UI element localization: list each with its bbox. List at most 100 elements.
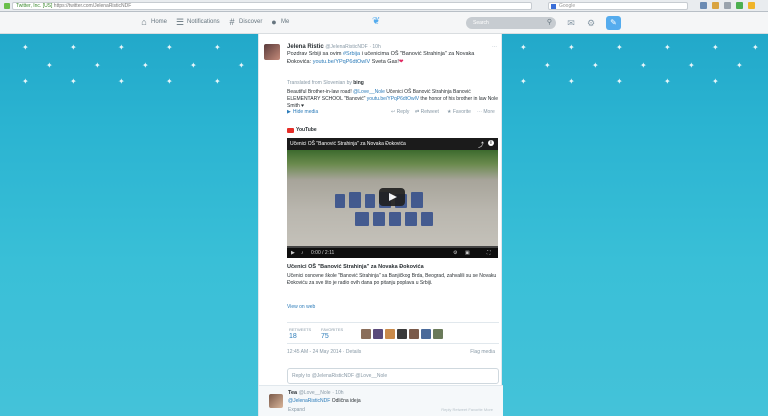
video-link[interactable]: youtu.be/YPqP6dtOwlV bbox=[367, 96, 419, 102]
nav-me[interactable]: ● Me bbox=[270, 17, 289, 27]
play-icon[interactable]: ▶ bbox=[291, 250, 295, 256]
sparkle-icon: ✦ bbox=[568, 43, 575, 52]
avatar[interactable] bbox=[269, 394, 283, 408]
retweet-button[interactable]: ⇄ Retweet bbox=[415, 109, 439, 115]
bookmark-icon[interactable] bbox=[700, 2, 707, 9]
sparkle-icon: ✦ bbox=[664, 43, 671, 52]
fullscreen-icon[interactable]: ⛶ bbox=[487, 250, 491, 256]
sparkle-icon: ✦ bbox=[544, 61, 551, 70]
hashtag-icon: # bbox=[229, 17, 235, 27]
sparkle-icon: ✦ bbox=[736, 61, 743, 70]
nav-home[interactable]: ⌂ Home bbox=[140, 18, 167, 27]
avatar[interactable] bbox=[385, 329, 395, 339]
tweet-text: Pozdrav Srbiji sa ovim #Srbija i učenici… bbox=[287, 51, 475, 65]
favorite-button[interactable]: ★ Favorite bbox=[447, 109, 471, 115]
settings-icon[interactable]: ⚙ bbox=[453, 250, 457, 256]
google-icon bbox=[551, 4, 556, 9]
mention-link[interactable]: @Love__Nole bbox=[353, 89, 385, 95]
info-icon[interactable]: i bbox=[488, 140, 494, 146]
sparkle-icon: ✦ bbox=[214, 43, 221, 52]
sparkle-icon: ✦ bbox=[664, 77, 671, 86]
youtube-label: YouTube bbox=[287, 127, 317, 133]
sparkle-icon: ✦ bbox=[752, 43, 759, 52]
card-title[interactable]: Učenici OŠ "Banović Strahinja" za Novaka… bbox=[287, 264, 424, 270]
sparkle-icon: ✦ bbox=[22, 77, 29, 86]
avatar[interactable] bbox=[397, 329, 407, 339]
sparkle-icon: ✦ bbox=[712, 43, 719, 52]
twitter-bird-icon[interactable]: ❦ bbox=[372, 17, 384, 27]
favorites-stat[interactable]: FAVORITES 75 bbox=[321, 327, 343, 340]
reply-tweet[interactable]: Tea @Love__Nole · 10h @JelenaRisticNDF O… bbox=[259, 385, 503, 416]
reply-actions[interactable]: Reply Retweet Favorite More bbox=[441, 407, 493, 412]
sparkle-icon: ✦ bbox=[712, 77, 719, 86]
sparkle-icon: ✦ bbox=[616, 43, 623, 52]
avatar[interactable] bbox=[264, 44, 280, 60]
sparkle-icon: ✦ bbox=[22, 43, 29, 52]
search-icon[interactable]: ⚲ bbox=[547, 17, 552, 29]
avatar[interactable] bbox=[409, 329, 419, 339]
sparkle-icon: ✦ bbox=[688, 61, 695, 70]
person-icon: ● bbox=[271, 17, 277, 27]
star-icon[interactable] bbox=[712, 2, 719, 9]
download-icon[interactable] bbox=[736, 2, 743, 9]
address-bar[interactable]: Twitter, Inc. [US] https://twitter.com/J… bbox=[12, 2, 532, 10]
video-controls: ▶ ♪ 0:00 / 2:11 ⚙ ▣ ⛶ bbox=[287, 246, 498, 258]
compose-tweet-button[interactable]: ✎ bbox=[606, 16, 621, 30]
menu-icon[interactable] bbox=[724, 2, 731, 9]
browser-search-field[interactable]: Google bbox=[548, 2, 688, 10]
play-button[interactable] bbox=[379, 188, 405, 206]
avatar[interactable] bbox=[373, 329, 383, 339]
reply-button[interactable]: ↩ Reply bbox=[391, 109, 409, 115]
browser-toolbar: Twitter, Inc. [US] https://twitter.com/J… bbox=[0, 0, 768, 12]
tweet-time[interactable]: · 10h bbox=[369, 44, 380, 50]
bing-logo[interactable]: bing bbox=[353, 80, 364, 86]
user-handle[interactable]: @JelenaRisticNDF bbox=[325, 44, 367, 50]
hashtag-link[interactable]: #Srbija bbox=[343, 51, 360, 57]
sparkle-icon: ✦ bbox=[142, 61, 149, 70]
translation-label: Translated from Slovenian by bing bbox=[287, 80, 364, 86]
search-input[interactable]: Search ⚲ bbox=[466, 17, 556, 29]
more-options-icon[interactable]: ⋯ bbox=[492, 44, 497, 50]
hide-media-button[interactable]: ▶ Hide media bbox=[287, 109, 318, 115]
sparkle-icon: ✦ bbox=[70, 77, 77, 86]
sparkle-icon: ✦ bbox=[190, 61, 197, 70]
sparkle-icon: ✦ bbox=[166, 77, 173, 86]
progress-bar[interactable] bbox=[287, 246, 498, 248]
share-icon[interactable]: ⤴ bbox=[478, 140, 484, 149]
avatar[interactable] bbox=[433, 329, 443, 339]
flag-media-link[interactable]: Flag media bbox=[470, 349, 495, 355]
sparkle-icon: ✦ bbox=[166, 43, 173, 52]
more-button[interactable]: ⋯ More bbox=[477, 109, 495, 115]
sparkle-icon: ✦ bbox=[214, 77, 221, 86]
top-navigation: ⌂ Home ☰ Notifications # Discover ● Me ❦… bbox=[0, 12, 768, 34]
view-on-web-link[interactable]: View on web bbox=[287, 304, 315, 310]
volume-icon[interactable]: ♪ bbox=[301, 250, 304, 256]
mention-link[interactable]: @JelenaRisticNDF bbox=[288, 398, 330, 404]
gear-icon[interactable]: ⚙ bbox=[586, 18, 596, 28]
user-name[interactable]: Jelena Ristic bbox=[287, 44, 324, 50]
reply-header: Tea @Love__Nole · 10h bbox=[288, 390, 344, 396]
expand-link[interactable]: Expand bbox=[288, 407, 305, 413]
youtube-icon bbox=[287, 127, 294, 133]
nav-notifications[interactable]: ☰ Notifications bbox=[176, 18, 220, 27]
nav-discover[interactable]: # Discover bbox=[228, 17, 262, 27]
sparkle-icon: ✦ bbox=[592, 61, 599, 70]
sparkle-icon: ✦ bbox=[46, 61, 53, 70]
video-player[interactable]: Učenici OŠ "Banović Strahinja" za Novaka… bbox=[287, 138, 498, 258]
sparkle-icon: ✦ bbox=[70, 43, 77, 52]
retweets-stat[interactable]: RETWEETS 18 bbox=[289, 327, 311, 340]
favoriters-avatars bbox=[361, 329, 445, 339]
sparkle-icon: ✦ bbox=[520, 43, 527, 52]
video-title[interactable]: Učenici OŠ "Banović Strahinja" za Novaka… bbox=[290, 141, 406, 147]
avatar[interactable] bbox=[421, 329, 431, 339]
sparkle-icon: ✦ bbox=[640, 61, 647, 70]
video-link[interactable]: youtu.be/YPqP6dtOwlV bbox=[313, 59, 370, 65]
tweet-meta: 12:45 AM - 24 May 2014 · Details Flag me… bbox=[287, 349, 495, 355]
lock-icon bbox=[4, 3, 10, 9]
sparkle-icon: ✦ bbox=[520, 77, 527, 86]
extension-icon[interactable] bbox=[748, 2, 755, 9]
messages-icon[interactable]: ✉ bbox=[566, 18, 576, 28]
avatar[interactable] bbox=[361, 329, 371, 339]
reply-input[interactable]: Reply to @JelenaRisticNDF @Love__Nole bbox=[287, 368, 499, 384]
youtube-icon[interactable]: ▣ bbox=[465, 250, 470, 256]
